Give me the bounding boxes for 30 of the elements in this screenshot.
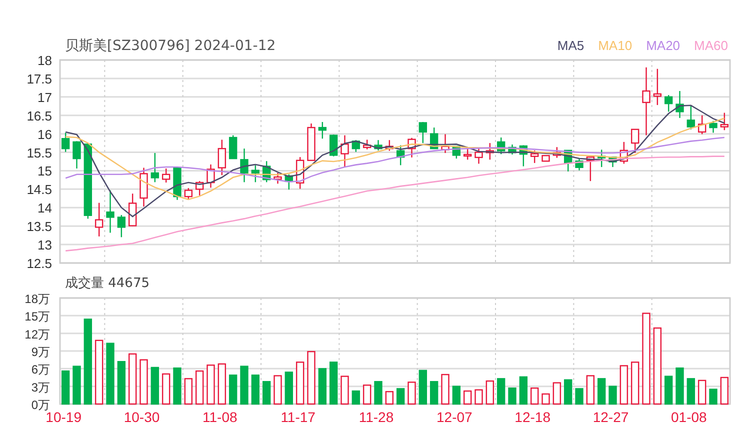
axis-label: 3万 [31, 380, 50, 394]
axis-label: 6万 [31, 362, 50, 377]
axis-label: 9万 [31, 345, 50, 359]
chart-title: 贝斯美[SZ300796] 2024-01-12 [65, 36, 276, 56]
date-label: 12-18 [514, 409, 550, 425]
date-label: 12-07 [436, 409, 472, 425]
axis-label: 15万 [24, 310, 50, 324]
axis-label: 15.5 [26, 145, 52, 160]
axis-label: 13 [38, 238, 52, 253]
axis-label: 15 [38, 164, 52, 179]
date-label: 11-17 [280, 409, 316, 425]
axis-label: 18万 [24, 293, 50, 306]
axis-label: 13.5 [26, 219, 52, 234]
axis-label: 12.5 [26, 256, 52, 271]
date-label: 10-19 [46, 409, 82, 425]
date-label: 12-27 [592, 409, 629, 425]
volume-title: 成交量 44675 [65, 274, 150, 292]
axis-label: 18 [38, 56, 52, 68]
date-label: 01-08 [671, 409, 707, 425]
axis-label: 0万 [31, 398, 50, 412]
date-label: 11-08 [202, 409, 238, 425]
axis-label: 16.5 [26, 108, 52, 124]
date-label: 11-28 [358, 409, 394, 425]
axis-label: 14 [38, 200, 52, 216]
axis-label: 17.5 [26, 71, 52, 86]
date-label: 10-30 [124, 409, 160, 425]
axis-label: 14.5 [26, 182, 52, 198]
axis-label: 16 [38, 126, 52, 142]
axis-label: 12万 [24, 327, 50, 342]
axis-label: 17 [38, 90, 52, 105]
